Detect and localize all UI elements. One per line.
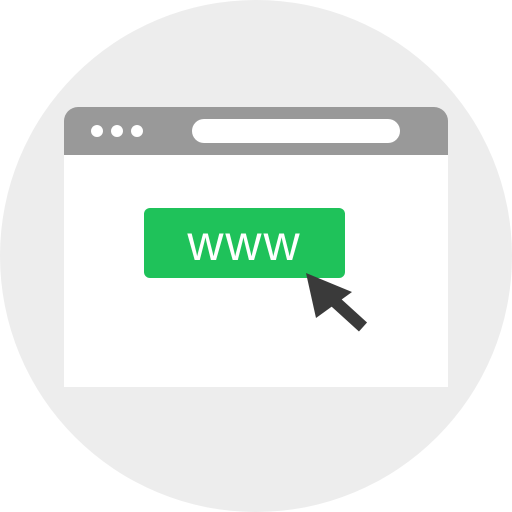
window-control-dot[interactable] xyxy=(131,125,143,137)
browser-title-bar xyxy=(64,107,448,155)
window-control-dot[interactable] xyxy=(111,125,123,137)
www-button-label: www xyxy=(187,215,302,271)
www-button[interactable]: www xyxy=(144,208,345,278)
address-bar[interactable] xyxy=(192,119,400,143)
window-control-dot[interactable] xyxy=(91,125,103,137)
